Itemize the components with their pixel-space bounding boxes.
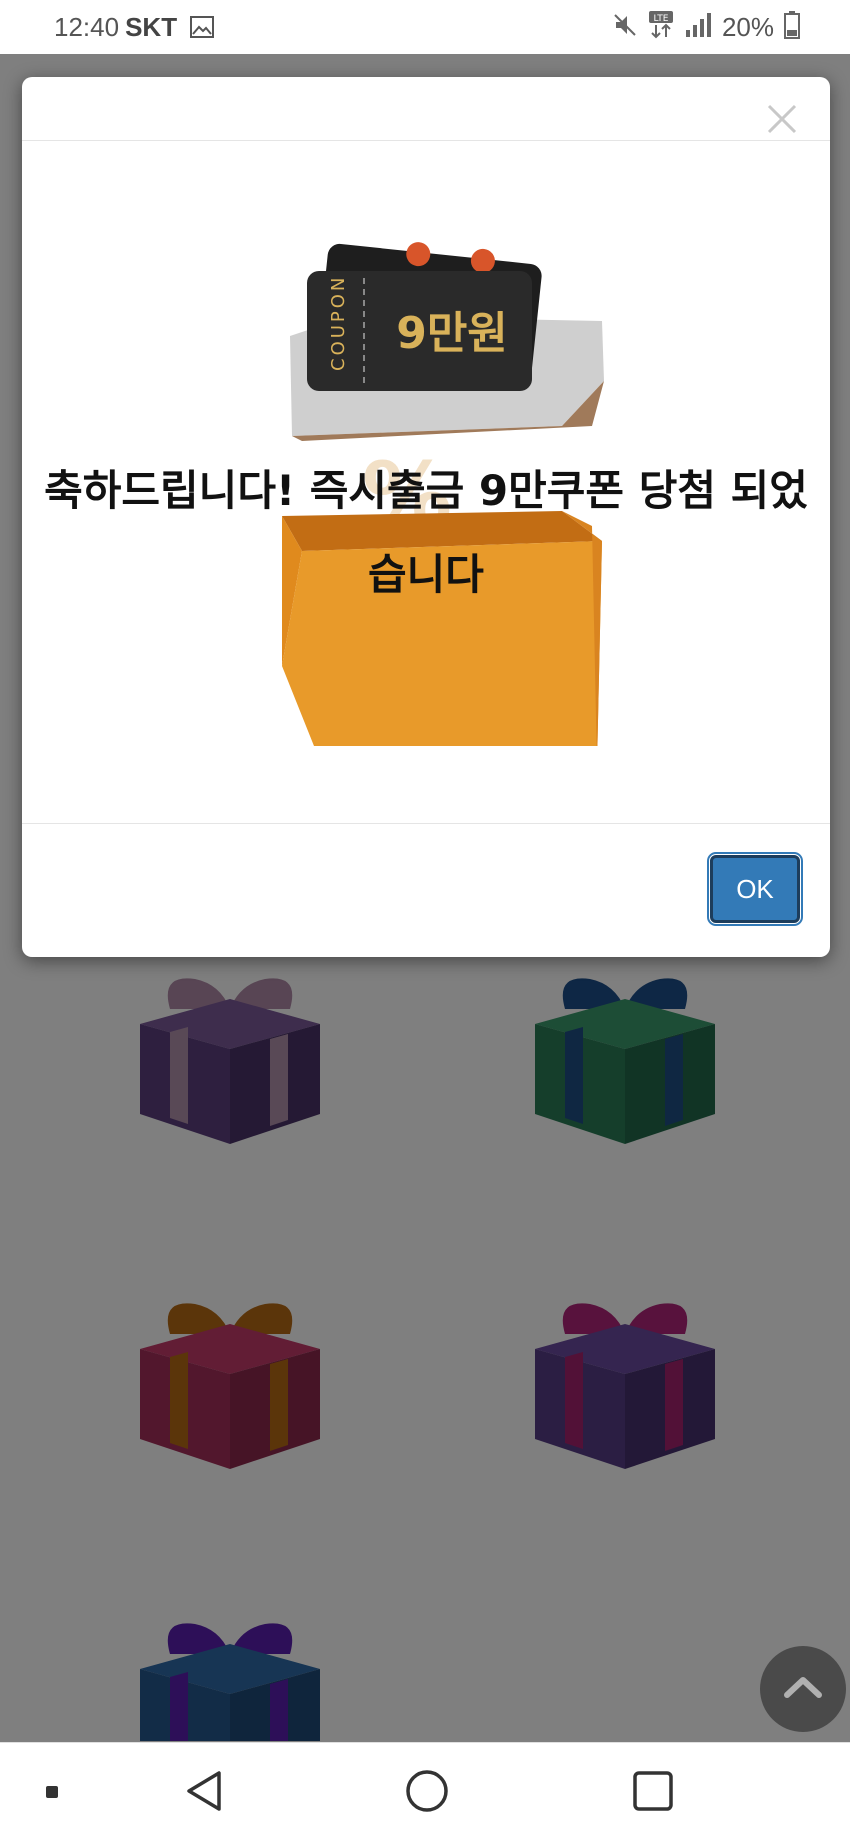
status-bar: 12:40 SKT LTE 20%	[0, 0, 850, 54]
signal-icon	[684, 12, 712, 42]
ok-button[interactable]: OK	[707, 852, 803, 926]
close-button[interactable]	[762, 101, 802, 141]
recents-icon	[631, 1769, 675, 1817]
back-button[interactable]	[170, 1743, 240, 1842]
svg-text:LTE: LTE	[653, 14, 668, 24]
mute-icon	[612, 12, 638, 42]
home-button[interactable]	[392, 1743, 462, 1842]
coupon-ticket: COUPON 9만원	[307, 271, 532, 391]
recents-button[interactable]	[618, 1743, 688, 1842]
home-icon	[404, 1768, 450, 1818]
clock: 12:40	[54, 12, 120, 42]
back-icon	[183, 1769, 227, 1817]
modal-body: COUPON 9만원 % 축하드립니다! 즉시출금 9만쿠폰 당첨 되었습니다	[22, 141, 830, 824]
prize-message: 축하드립니다! 즉시출금 9만쿠폰 당첨 되었습니다	[44, 466, 808, 599]
prize-modal: COUPON 9만원 % 축하드립니다! 즉시출금 9만쿠폰 당첨 되었습니다 …	[22, 77, 830, 957]
scroll-to-top-button[interactable]	[760, 1646, 846, 1732]
battery-icon	[784, 11, 800, 43]
carrier: SKT	[125, 12, 178, 42]
nav-dot-button[interactable]	[30, 1743, 74, 1842]
status-time: 12:40 SKT	[54, 12, 215, 45]
battery-level: 20%	[721, 11, 774, 42]
navigation-bar	[0, 1742, 850, 1842]
image-icon	[190, 14, 215, 45]
square-dot-icon	[45, 1784, 59, 1803]
lte-icon: LTE	[648, 10, 674, 44]
coupon-label: COUPON	[328, 275, 349, 371]
modal-footer: OK	[22, 824, 830, 955]
close-icon	[766, 103, 798, 139]
coupon-amount: 9만원	[396, 308, 508, 359]
chevron-up-icon	[783, 1675, 823, 1703]
modal-header	[22, 77, 830, 141]
